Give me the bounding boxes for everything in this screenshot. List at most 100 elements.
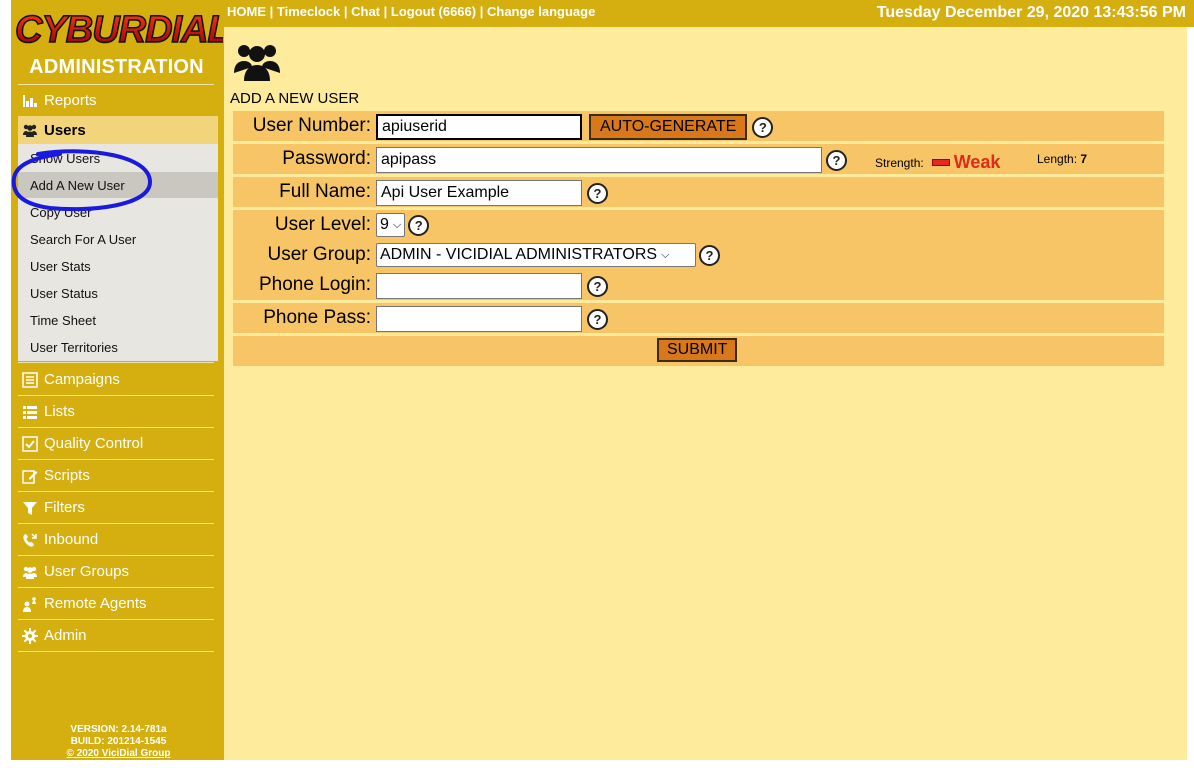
help-icon[interactable]: ? xyxy=(587,308,608,330)
phone-pass-label: Phone Pass: xyxy=(263,307,371,328)
form-row-user-number: User Number: apiuserid AUTO-GENERATE ? xyxy=(233,111,1164,141)
remote-agents-icon xyxy=(20,595,40,613)
main-content: ADD A NEW USER User Number: apiuserid AU… xyxy=(224,27,1187,760)
sub-user-stats[interactable]: User Stats xyxy=(18,253,218,279)
sub-show-users[interactable]: Show Users xyxy=(18,145,218,171)
nav-timeclock-link[interactable]: Timeclock xyxy=(277,4,340,19)
length-label: Length: xyxy=(1037,152,1078,166)
phone-pass-input[interactable] xyxy=(376,306,582,332)
filter-icon xyxy=(20,499,40,517)
nav-user-groups[interactable]: User Groups xyxy=(18,556,214,587)
sub-label: User Status xyxy=(30,285,98,301)
form-row-phone-login: Phone Login: ? xyxy=(233,270,1164,300)
strength-label: Strength: xyxy=(875,155,924,170)
form-row-full-name: Full Name: Api User Example ? xyxy=(233,177,1164,207)
nav-reports-label: Reports xyxy=(44,92,97,109)
nav-reports[interactable]: Reports xyxy=(18,85,214,116)
help-icon[interactable]: ? xyxy=(826,149,847,171)
version-info: VERSION: 2.14-781a BUILD: 201214-1545 © … xyxy=(21,724,216,760)
admin-title: ADMINISTRATION xyxy=(29,56,204,78)
sub-user-status[interactable]: User Status xyxy=(18,280,218,306)
nav-admin[interactable]: Admin xyxy=(18,620,214,651)
help-icon[interactable]: ? xyxy=(587,182,608,204)
gear-icon xyxy=(20,627,40,645)
nav-quality-control[interactable]: Quality Control xyxy=(18,428,214,459)
users-icon xyxy=(234,45,280,81)
lists-icon xyxy=(20,403,40,421)
nav-lists[interactable]: Lists xyxy=(18,396,214,427)
separator: | xyxy=(266,4,277,19)
phone-login-label: Phone Login: xyxy=(259,274,371,295)
user-number-label: User Number: xyxy=(252,115,371,136)
user-level-label: User Level: xyxy=(274,214,371,235)
nav-chat-link[interactable]: Chat xyxy=(351,4,380,19)
help-icon[interactable]: ? xyxy=(408,214,430,236)
copyright-link[interactable]: © 2020 ViciDial Group xyxy=(21,748,216,760)
nav-campaigns[interactable]: Campaigns xyxy=(18,364,214,395)
user-group-select[interactable]: ADMIN - VICIDIAL ADMINISTRATORS ⌵ xyxy=(376,243,696,267)
nav-campaigns-label: Campaigns xyxy=(44,371,120,388)
nav-user-groups-label: User Groups xyxy=(44,563,130,580)
nav-filters[interactable]: Filters xyxy=(18,492,214,523)
sub-label: Add A New User xyxy=(30,177,125,193)
divider xyxy=(18,362,214,363)
nav-lists-label: Lists xyxy=(44,403,75,420)
sub-time-sheet[interactable]: Time Sheet xyxy=(18,307,218,333)
nav-scripts-label: Scripts xyxy=(44,467,90,484)
nav-logout-link[interactable]: Logout (6666) xyxy=(391,4,476,19)
nav-inbound[interactable]: Inbound xyxy=(18,524,214,555)
top-bar: HOME | Timeclock | Chat | Logout (6666) … xyxy=(224,0,1194,27)
sub-search-user[interactable]: Search For A User xyxy=(18,226,218,252)
nav-change-language-link[interactable]: Change language xyxy=(487,4,595,19)
page-title: ADD A NEW USER xyxy=(230,90,360,107)
nav-remote-agents-label: Remote Agents xyxy=(44,595,147,612)
nav-inbound-label: Inbound xyxy=(44,531,99,548)
strength-value: Weak xyxy=(953,152,1001,172)
user-group-value: ADMIN - VICIDIAL ADMINISTRATORS xyxy=(380,246,658,263)
logo-text: CYBURDIAL xyxy=(15,9,223,51)
nav-home-link[interactable]: HOME xyxy=(227,4,266,19)
phone-login-input[interactable] xyxy=(376,273,582,299)
sub-label: Time Sheet xyxy=(30,312,96,328)
sub-add-new-user[interactable]: Add A New User xyxy=(18,172,218,198)
nav-users-label: Users xyxy=(44,121,86,139)
sub-label: Show Users xyxy=(30,150,101,166)
auto-generate-button[interactable]: AUTO-GENERATE xyxy=(589,114,748,140)
scripts-icon xyxy=(20,467,40,485)
strength-bar xyxy=(931,159,950,166)
submit-button[interactable]: SUBMIT xyxy=(657,338,738,362)
separator: | xyxy=(380,4,391,19)
chevron-down-icon: ⌵ xyxy=(661,248,670,261)
form-row-submit: SUBMIT xyxy=(233,336,1164,366)
form-row-user-group: User Group: ADMIN - VICIDIAL ADMINISTRAT… xyxy=(233,240,1164,270)
nav-quality-control-label: Quality Control xyxy=(44,435,144,452)
campaigns-icon xyxy=(20,371,40,389)
full-name-input[interactable]: Api User Example xyxy=(376,180,582,206)
nav-scripts[interactable]: Scripts xyxy=(18,460,214,491)
length-value: 7 xyxy=(1080,152,1088,166)
user-number-input[interactable]: apiuserid xyxy=(376,114,582,140)
inbound-phone-icon xyxy=(20,531,40,549)
nav-remote-agents[interactable]: Remote Agents xyxy=(18,588,214,619)
sub-label: User Stats xyxy=(30,258,91,274)
quality-control-icon xyxy=(20,435,40,453)
sub-label: User Territories xyxy=(30,339,118,355)
form-row-phone-pass: Phone Pass: ? xyxy=(233,303,1164,333)
sub-user-territories[interactable]: User Territories xyxy=(18,334,218,360)
user-groups-icon xyxy=(20,563,40,581)
form-row-user-level: User Level: 9 ⌵ ? xyxy=(233,210,1164,240)
separator: | xyxy=(476,4,487,19)
datetime: Tuesday December 29, 2020 13:43:56 PM xyxy=(876,4,1186,21)
chevron-down-icon: ⌵ xyxy=(392,218,402,231)
help-icon[interactable]: ? xyxy=(699,244,720,266)
sub-label: Copy User xyxy=(30,204,92,220)
password-length: Length: 7 xyxy=(1037,152,1087,166)
cyburdial-logo[interactable]: CYBURDIAL xyxy=(13,4,223,52)
user-level-select[interactable]: 9 ⌵ xyxy=(376,213,406,237)
sub-copy-user[interactable]: Copy User xyxy=(18,199,218,225)
form-row-password: Password: apipass ? Strength: Weak Lengt… xyxy=(233,144,1164,174)
help-icon[interactable]: ? xyxy=(752,116,774,138)
password-input[interactable]: apipass xyxy=(376,147,822,173)
nav-users[interactable]: Users xyxy=(18,116,218,144)
help-icon[interactable]: ? xyxy=(587,275,608,297)
